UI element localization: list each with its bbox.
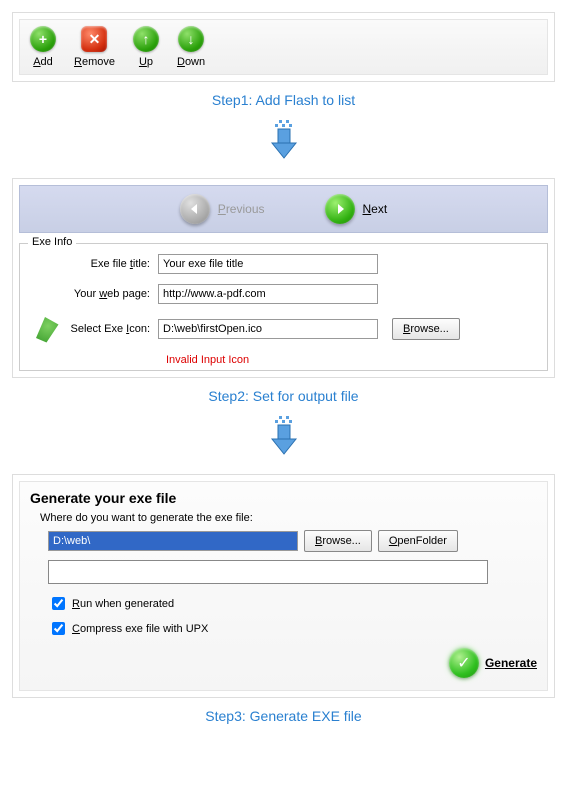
remove-icon: ✕ <box>81 26 107 52</box>
step1-panel: + Add ✕ Remove ↑ Up ↓ Down <box>12 12 555 82</box>
run-when-generated-label: Run when generated <box>72 598 174 610</box>
step2-label: Step2: Set for output file <box>12 388 555 404</box>
next-icon <box>325 194 355 224</box>
output-path-input[interactable] <box>48 531 298 551</box>
web-page-input[interactable] <box>158 284 378 304</box>
step2-panel: Previous Next Exe Info Exe file title: Y… <box>12 178 555 378</box>
step3-label: Step3: Generate EXE file <box>12 708 555 724</box>
next-button[interactable]: Next <box>325 194 388 224</box>
generate-subtitle: Where do you want to generate the exe fi… <box>40 512 537 524</box>
down-button[interactable]: ↓ Down <box>177 26 205 68</box>
icon-label: Select Exe Icon: <box>70 323 158 335</box>
add-button[interactable]: + Add <box>30 26 56 68</box>
exe-title-label: Exe file title: <box>30 258 158 270</box>
up-button[interactable]: ↑ Up <box>133 26 159 68</box>
arrow-down-icon <box>264 414 304 458</box>
down-icon: ↓ <box>178 26 204 52</box>
toolbar: + Add ✕ Remove ↑ Up ↓ Down <box>19 19 548 75</box>
arrow-down-icon <box>264 118 304 162</box>
previous-icon <box>180 194 210 224</box>
step1-label: Step1: Add Flash to list <box>12 92 555 108</box>
progress-bar <box>48 560 488 584</box>
open-folder-button[interactable]: OpenFolder <box>378 530 458 552</box>
icon-path-input[interactable] <box>158 319 378 339</box>
generate-button[interactable]: ✓ Generate <box>449 648 537 678</box>
run-when-generated-checkbox[interactable] <box>52 597 65 610</box>
exe-info-legend: Exe Info <box>28 236 76 248</box>
generate-label: Generate <box>485 656 537 670</box>
wizard-nav: Previous Next <box>19 185 548 233</box>
generate-title: Generate your exe file <box>30 490 537 506</box>
add-icon: + <box>30 26 56 52</box>
up-icon: ↑ <box>133 26 159 52</box>
compress-upx-label: Compress exe file with UPX <box>72 623 208 635</box>
remove-button[interactable]: ✕ Remove <box>74 26 115 68</box>
generate-group: Generate your exe file Where do you want… <box>19 481 548 691</box>
browse-output-button[interactable]: Browse... <box>304 530 372 552</box>
previous-button: Previous <box>180 194 265 224</box>
step3-panel: Generate your exe file Where do you want… <box>12 474 555 698</box>
web-page-label: Your web page: <box>30 288 158 300</box>
browse-icon-button[interactable]: Browse... <box>392 318 460 340</box>
exe-info-group: Exe Info Exe file title: Your web page: … <box>19 243 548 371</box>
leaf-icon <box>30 314 60 344</box>
icon-error-text: Invalid Input Icon <box>166 354 537 366</box>
compress-upx-checkbox[interactable] <box>52 622 65 635</box>
check-icon: ✓ <box>449 648 479 678</box>
exe-title-input[interactable] <box>158 254 378 274</box>
